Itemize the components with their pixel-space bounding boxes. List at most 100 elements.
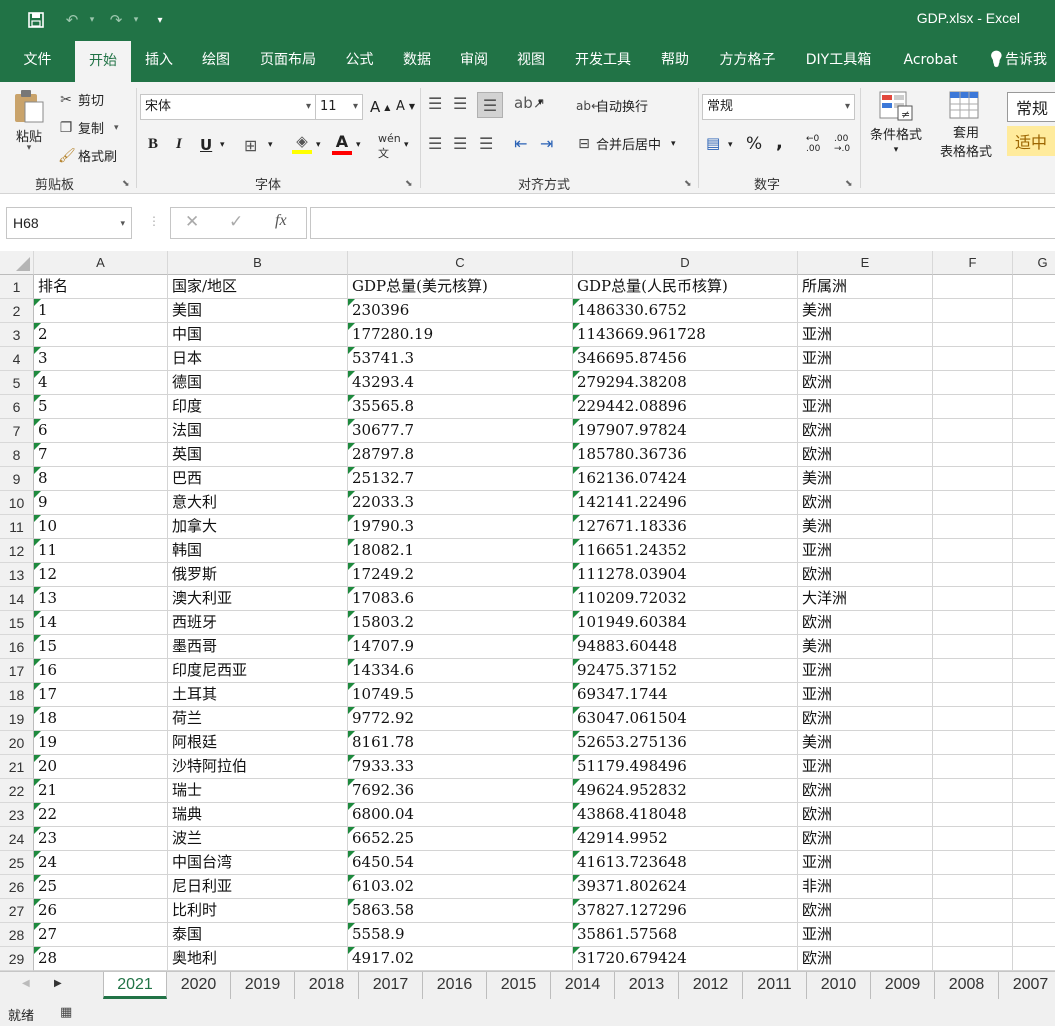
accounting-format-icon[interactable]: ▤ [706,134,720,152]
sheet-tab-2009[interactable]: 2009 [871,972,935,999]
font-color-dropdown-icon[interactable]: ▾ [356,140,361,150]
tab-6[interactable]: 数据 [388,40,446,82]
table-cell[interactable]: 9 [34,491,168,515]
column-header[interactable]: D [573,251,798,275]
table-cell[interactable]: 185780.36736 [573,443,798,467]
table-cell[interactable] [933,803,1013,827]
tab-9[interactable]: 开发工具 [560,40,646,82]
table-cell[interactable]: 20 [34,755,168,779]
orientation-dropdown-icon[interactable]: ▾ [538,98,543,108]
table-cell[interactable] [933,539,1013,563]
table-cell[interactable] [1013,899,1055,923]
row-header[interactable]: 29 [0,947,34,971]
table-cell[interactable]: 6800.04 [348,803,573,827]
style-neutral[interactable]: 适中 [1007,126,1055,156]
table-cell[interactable]: 德国 [168,371,348,395]
tab-7[interactable]: 审阅 [446,40,502,82]
row-header[interactable]: 26 [0,875,34,899]
table-cell[interactable] [1013,419,1055,443]
table-cell[interactable]: 2 [34,323,168,347]
table-cell[interactable]: 10 [34,515,168,539]
table-cell[interactable]: 42914.9952 [573,827,798,851]
sheet-tab-2008[interactable]: 2008 [935,972,999,999]
table-cell[interactable]: 30677.7 [348,419,573,443]
table-cell[interactable]: 14 [34,611,168,635]
table-cell[interactable] [1013,323,1055,347]
tab-0[interactable]: 文件 [0,40,75,82]
table-cell[interactable] [1013,611,1055,635]
table-cell[interactable]: 英国 [168,443,348,467]
name-box[interactable]: H68 ▾ [6,207,132,239]
conditional-format-button[interactable]: ≠ 条件格式 ▾ [864,90,928,155]
border-icon[interactable]: ⊞ [244,136,257,155]
table-cell[interactable] [1013,299,1055,323]
row-header[interactable]: 2 [0,299,34,323]
number-launcher-icon[interactable]: ⬊ [845,179,853,189]
table-cell[interactable] [1013,563,1055,587]
table-cell[interactable]: 大洋洲 [798,587,933,611]
align-center-icon[interactable]: ☰ [453,134,467,153]
table-cell[interactable]: 法国 [168,419,348,443]
row-header[interactable]: 6 [0,395,34,419]
table-cell[interactable] [1013,371,1055,395]
table-cell[interactable]: 欧洲 [798,491,933,515]
table-cell[interactable]: 1143669.961728 [573,323,798,347]
table-cell[interactable]: 13 [34,587,168,611]
table-cell[interactable]: 欧洲 [798,707,933,731]
tab-1[interactable]: 开始 [75,40,131,82]
row-header[interactable]: 12 [0,539,34,563]
table-cell[interactable] [1013,347,1055,371]
sheet-tab-2015[interactable]: 2015 [487,972,551,999]
table-cell[interactable]: 阿根廷 [168,731,348,755]
table-cell[interactable]: 亚洲 [798,323,933,347]
paste-dropdown-icon[interactable]: ▾ [27,143,32,153]
style-normal[interactable]: 常规 [1007,92,1055,122]
table-cell[interactable]: 14334.6 [348,659,573,683]
table-cell[interactable]: 美洲 [798,515,933,539]
table-cell[interactable] [933,779,1013,803]
row-header[interactable]: 20 [0,731,34,755]
paste-button[interactable]: 粘贴 ▾ [10,88,48,153]
cut-button[interactable]: ✂ 剪切 [58,90,104,110]
table-cell[interactable]: 亚洲 [798,347,933,371]
align-right-icon[interactable]: ☰ [479,134,493,153]
font-size-select[interactable]: 11 ▾ [315,94,363,120]
table-cell[interactable]: 63047.061504 [573,707,798,731]
table-cell[interactable] [933,515,1013,539]
clipboard-launcher-icon[interactable]: ⬊ [122,179,130,189]
sheet-tab-2010[interactable]: 2010 [807,972,871,999]
align-left-icon[interactable]: ☰ [428,134,442,153]
table-cell[interactable] [1013,827,1055,851]
table-cell[interactable]: 中国 [168,323,348,347]
table-cell[interactable]: 泰国 [168,923,348,947]
italic-icon[interactable]: I [176,136,182,153]
table-cell[interactable]: 1 [34,299,168,323]
table-cell[interactable]: 欧洲 [798,779,933,803]
tab-11[interactable]: 方方格子 [704,40,791,82]
align-bottom-icon[interactable]: ☰ [477,92,503,118]
tab-3[interactable]: 绘图 [187,40,245,82]
table-cell[interactable] [933,875,1013,899]
select-all-corner[interactable] [0,251,34,275]
alignment-launcher-icon[interactable]: ⬊ [684,179,692,189]
row-header[interactable]: 9 [0,467,34,491]
accounting-dropdown-icon[interactable]: ▾ [728,140,733,150]
table-cell[interactable]: 欧洲 [798,899,933,923]
table-cell[interactable]: 9772.92 [348,707,573,731]
row-header[interactable]: 25 [0,851,34,875]
table-cell[interactable]: 波兰 [168,827,348,851]
customize-toolbar-icon[interactable]: ▾ [150,10,170,30]
sheet-tab-2019[interactable]: 2019 [231,972,295,999]
wrap-text-button[interactable]: ab↵ 自动换行 [576,96,648,116]
row-header[interactable]: 24 [0,827,34,851]
table-cell[interactable]: 116651.24352 [573,539,798,563]
table-cell[interactable]: 11 [34,539,168,563]
table-cell[interactable] [1013,515,1055,539]
table-cell[interactable]: 19 [34,731,168,755]
table-cell[interactable] [1013,803,1055,827]
table-cell[interactable]: 28797.8 [348,443,573,467]
row-header[interactable]: 16 [0,635,34,659]
table-cell[interactable]: 15 [34,635,168,659]
table-cell[interactable] [933,611,1013,635]
table-cell[interactable]: 53741.3 [348,347,573,371]
